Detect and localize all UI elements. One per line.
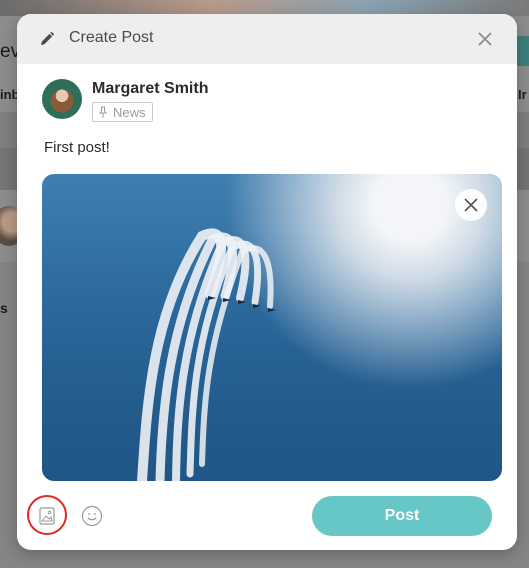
background-text-fragment: Ir	[518, 87, 527, 102]
remove-image-button[interactable]	[455, 189, 487, 221]
image-icon	[39, 507, 55, 525]
pencil-icon	[41, 31, 55, 45]
close-icon[interactable]	[477, 31, 493, 47]
post-button[interactable]: Post	[312, 496, 492, 536]
air-show-photo	[137, 228, 276, 481]
category-tag-label: News	[113, 104, 146, 120]
pin-icon	[99, 106, 107, 118]
create-post-modal: Create Post Margaret Smith News First po…	[17, 14, 517, 550]
attached-image	[42, 174, 502, 481]
category-tag[interactable]: News	[92, 102, 153, 122]
background-text-fragment: s	[0, 300, 8, 316]
avatar	[42, 79, 82, 119]
modal-header: Create Post	[17, 14, 517, 64]
smiley-icon[interactable]	[81, 505, 103, 527]
post-text-input[interactable]: First post!	[44, 139, 110, 156]
add-image-button[interactable]	[26, 495, 68, 537]
background-teal-button	[515, 36, 529, 66]
author-name: Margaret Smith	[92, 80, 209, 97]
modal-title: Create Post	[69, 29, 154, 46]
close-icon	[464, 198, 478, 212]
